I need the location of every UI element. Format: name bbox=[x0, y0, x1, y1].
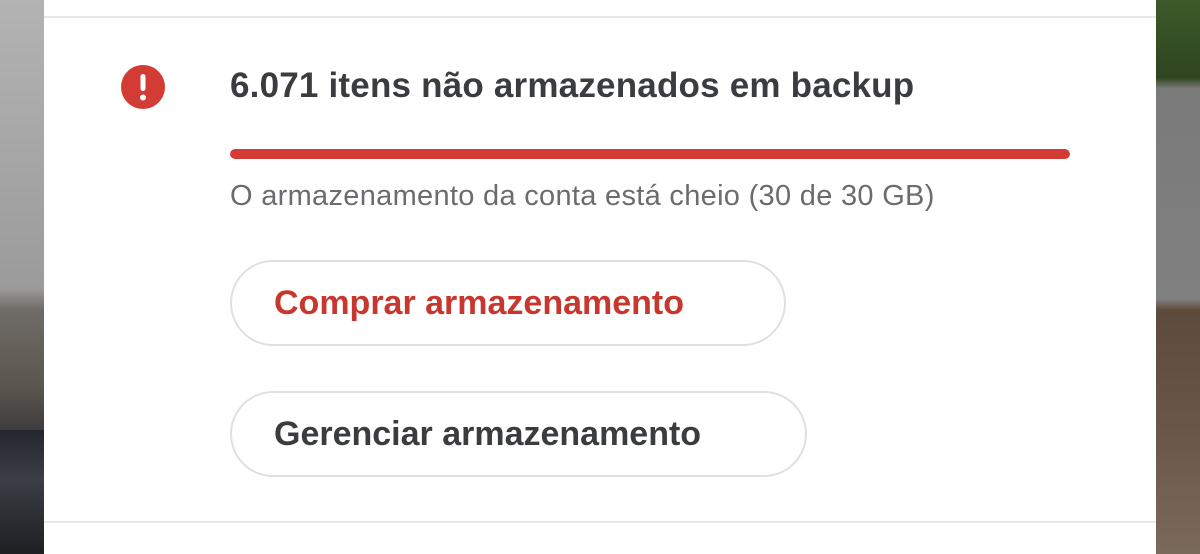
divider-bottom bbox=[44, 521, 1156, 523]
buy-storage-label: Comprar armazenamento bbox=[274, 283, 685, 322]
background-photo-left bbox=[0, 0, 44, 554]
storage-progress-fill bbox=[230, 149, 1070, 159]
manage-storage-label: Gerenciar armazenamento bbox=[274, 414, 702, 453]
storage-status-text: O armazenamento da conta está cheio (30 … bbox=[230, 180, 935, 212]
background-photo-right bbox=[1156, 0, 1200, 554]
screen: 6.071 itens não armazenados em backup O … bbox=[0, 0, 1200, 554]
backup-status-title: 6.071 itens não armazenados em backup bbox=[230, 66, 915, 105]
manage-storage-button[interactable]: Gerenciar armazenamento bbox=[230, 391, 807, 477]
alert-circle-icon bbox=[121, 65, 165, 109]
storage-progress-bar bbox=[230, 149, 1070, 159]
divider-top bbox=[44, 16, 1156, 18]
background-car bbox=[0, 430, 44, 554]
buy-storage-button[interactable]: Comprar armazenamento bbox=[230, 260, 786, 346]
backup-status-sheet: 6.071 itens não armazenados em backup O … bbox=[44, 0, 1156, 554]
